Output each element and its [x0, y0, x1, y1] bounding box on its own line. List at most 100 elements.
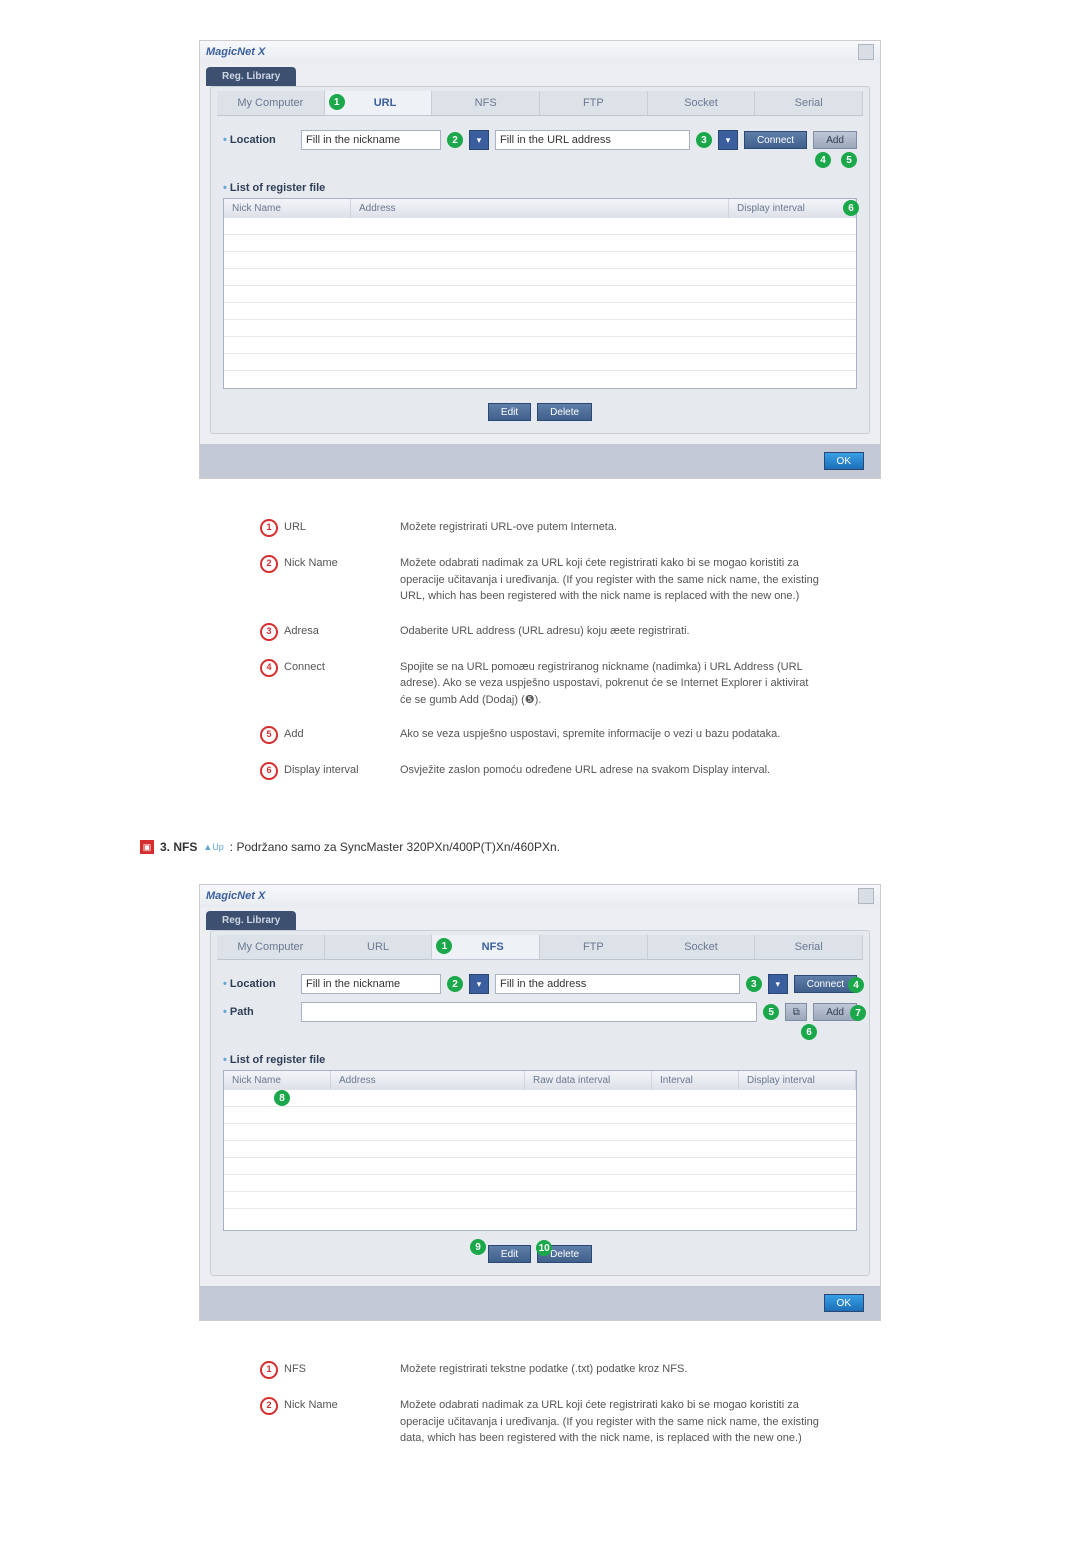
tab-url[interactable]: 1 URL [325, 91, 433, 115]
footer-buttons: Edit Delete [211, 403, 869, 421]
description-list-url: 1URL Možete registrirati URL-ove putem I… [260, 519, 820, 780]
term-url: URL [284, 519, 306, 536]
table-row[interactable] [224, 354, 856, 371]
table-row[interactable] [224, 1175, 856, 1192]
tab-url[interactable]: URL [325, 935, 433, 959]
table-row[interactable] [224, 286, 856, 303]
col-address: Address [351, 199, 729, 218]
address-input[interactable] [495, 974, 740, 994]
callout-1: 1 [436, 938, 452, 954]
address-dropdown[interactable]: ▾ [768, 974, 788, 994]
source-tabs: My Computer 1 URL NFS FTP Socket Serial [217, 91, 863, 116]
tab-nfs-label: NFS [482, 941, 504, 953]
main-panel: My Computer 1 URL NFS FTP Socket Serial … [210, 86, 870, 434]
nickname-input[interactable] [301, 130, 441, 150]
reg-library-tab[interactable]: Reg. Library [206, 911, 296, 930]
path-input[interactable] [301, 1002, 757, 1022]
callout-1: 1 [329, 94, 345, 110]
desc-display-interval: 6Display interval Osvježite zaslon pomoć… [260, 762, 820, 780]
table-row[interactable] [224, 320, 856, 337]
path-label: Path [223, 1006, 295, 1018]
table-row[interactable]: 8 [224, 1090, 856, 1107]
section-title: NFS [173, 840, 197, 854]
connect-button[interactable]: Connect 4 [794, 975, 857, 993]
table-row[interactable] [224, 1107, 856, 1124]
ok-button[interactable]: OK [824, 452, 864, 470]
term-display-interval: Display interval [284, 762, 359, 779]
section-note: : Podržano samo za SyncMaster 320PXn/400… [230, 840, 560, 854]
minimize-button[interactable] [858, 44, 874, 60]
desc-add: 5Add Ako se veza uspješno uspostavi, spr… [260, 726, 820, 744]
app-title: MagicNet X [206, 46, 265, 58]
nickname-dropdown[interactable]: ▾ [469, 974, 489, 994]
section-heading-nfs: ▣ 3. NFS ▲Up : Podržano samo za SyncMast… [140, 840, 1040, 854]
app-title: MagicNet X [206, 890, 265, 902]
callout-2: 2 [447, 132, 463, 148]
table-row[interactable] [224, 269, 856, 286]
tab-my-computer[interactable]: My Computer [217, 935, 325, 959]
col-display-interval: Display interval 6 [729, 199, 856, 218]
delete-button[interactable]: Delete 10 [537, 1245, 592, 1263]
nickname-input[interactable] [301, 974, 441, 994]
delete-button[interactable]: Delete [537, 403, 592, 421]
table-row[interactable] [224, 1141, 856, 1158]
table-row[interactable] [224, 252, 856, 269]
table-row[interactable] [224, 218, 856, 235]
table-body [224, 218, 856, 388]
bullet-1-icon: 1 [260, 519, 278, 537]
callout-9: 9 [470, 1239, 486, 1255]
section-number-icon: ▣ [140, 840, 154, 854]
table-row[interactable] [224, 1158, 856, 1175]
tab-socket[interactable]: Socket [648, 935, 756, 959]
desc-nickname: 2Nick Name Možete odabrati nadimak za UR… [260, 555, 820, 605]
table-row[interactable] [224, 1192, 856, 1209]
term-nickname: Nick Name [284, 1397, 338, 1414]
bullet-2-icon: 2 [260, 1397, 278, 1415]
titlebar: MagicNet X [200, 885, 880, 907]
add-button[interactable]: Add [813, 131, 857, 149]
text-connect: Spojite se na URL pomoæu registriranog n… [400, 659, 820, 709]
tab-my-computer[interactable]: My Computer [217, 91, 325, 115]
col-raw-interval: Raw data interval [525, 1071, 652, 1090]
tab-url-label: URL [374, 97, 397, 109]
table-row[interactable] [224, 337, 856, 354]
tab-nfs[interactable]: NFS [432, 91, 540, 115]
titlebar: MagicNet X [200, 41, 880, 63]
term-connect: Connect [284, 659, 325, 676]
table-row[interactable] [224, 235, 856, 252]
edit-button[interactable]: Edit [488, 403, 531, 421]
add-button[interactable]: Add 7 [813, 1003, 857, 1021]
edit-button[interactable]: Edit [488, 1245, 531, 1263]
term-nfs: NFS [284, 1361, 306, 1378]
bullet-3-icon: 3 [260, 623, 278, 641]
main-panel: My Computer URL 1 NFS FTP Socket Serial … [210, 930, 870, 1276]
ok-button[interactable]: OK [824, 1294, 864, 1312]
desc-connect: 4Connect Spojite se na URL pomoæu regist… [260, 659, 820, 709]
location-row: Location 2 ▾ 3 ▾ Connect 4 [211, 970, 869, 998]
col-display-interval-label: Display interval [737, 203, 805, 214]
tab-ftp[interactable]: FTP [540, 935, 648, 959]
reg-library-tab[interactable]: Reg. Library [206, 67, 296, 86]
tab-serial[interactable]: Serial [755, 935, 863, 959]
url-dropdown[interactable]: ▾ [718, 130, 738, 150]
table-row[interactable] [224, 303, 856, 320]
table-row[interactable] [224, 1124, 856, 1141]
term-add: Add [284, 726, 304, 743]
browse-button[interactable]: ⧉ [785, 1003, 807, 1021]
up-link[interactable]: ▲Up [203, 842, 223, 852]
description-list-nfs: 1NFS Možete registrirati tekstne podatke… [260, 1361, 820, 1447]
tab-socket[interactable]: Socket [648, 91, 756, 115]
callout-4: 4 [848, 977, 864, 993]
tab-nfs[interactable]: 1 NFS [432, 935, 540, 959]
text-nickname: Možete odabrati nadimak za URL koji ćete… [400, 1397, 820, 1447]
location-label: Location [223, 978, 295, 990]
window-url-registration: MagicNet X Reg. Library My Computer 1 UR… [199, 40, 881, 479]
url-input[interactable] [495, 130, 690, 150]
tab-serial[interactable]: Serial [755, 91, 863, 115]
nickname-dropdown[interactable]: ▾ [469, 130, 489, 150]
text-nickname: Možete odabrati nadimak za URL koji ćete… [400, 555, 820, 605]
minimize-button[interactable] [858, 888, 874, 904]
tab-ftp[interactable]: FTP [540, 91, 648, 115]
connect-button[interactable]: Connect [744, 131, 807, 149]
table-head: Nick Name Address Raw data interval Inte… [224, 1071, 856, 1090]
